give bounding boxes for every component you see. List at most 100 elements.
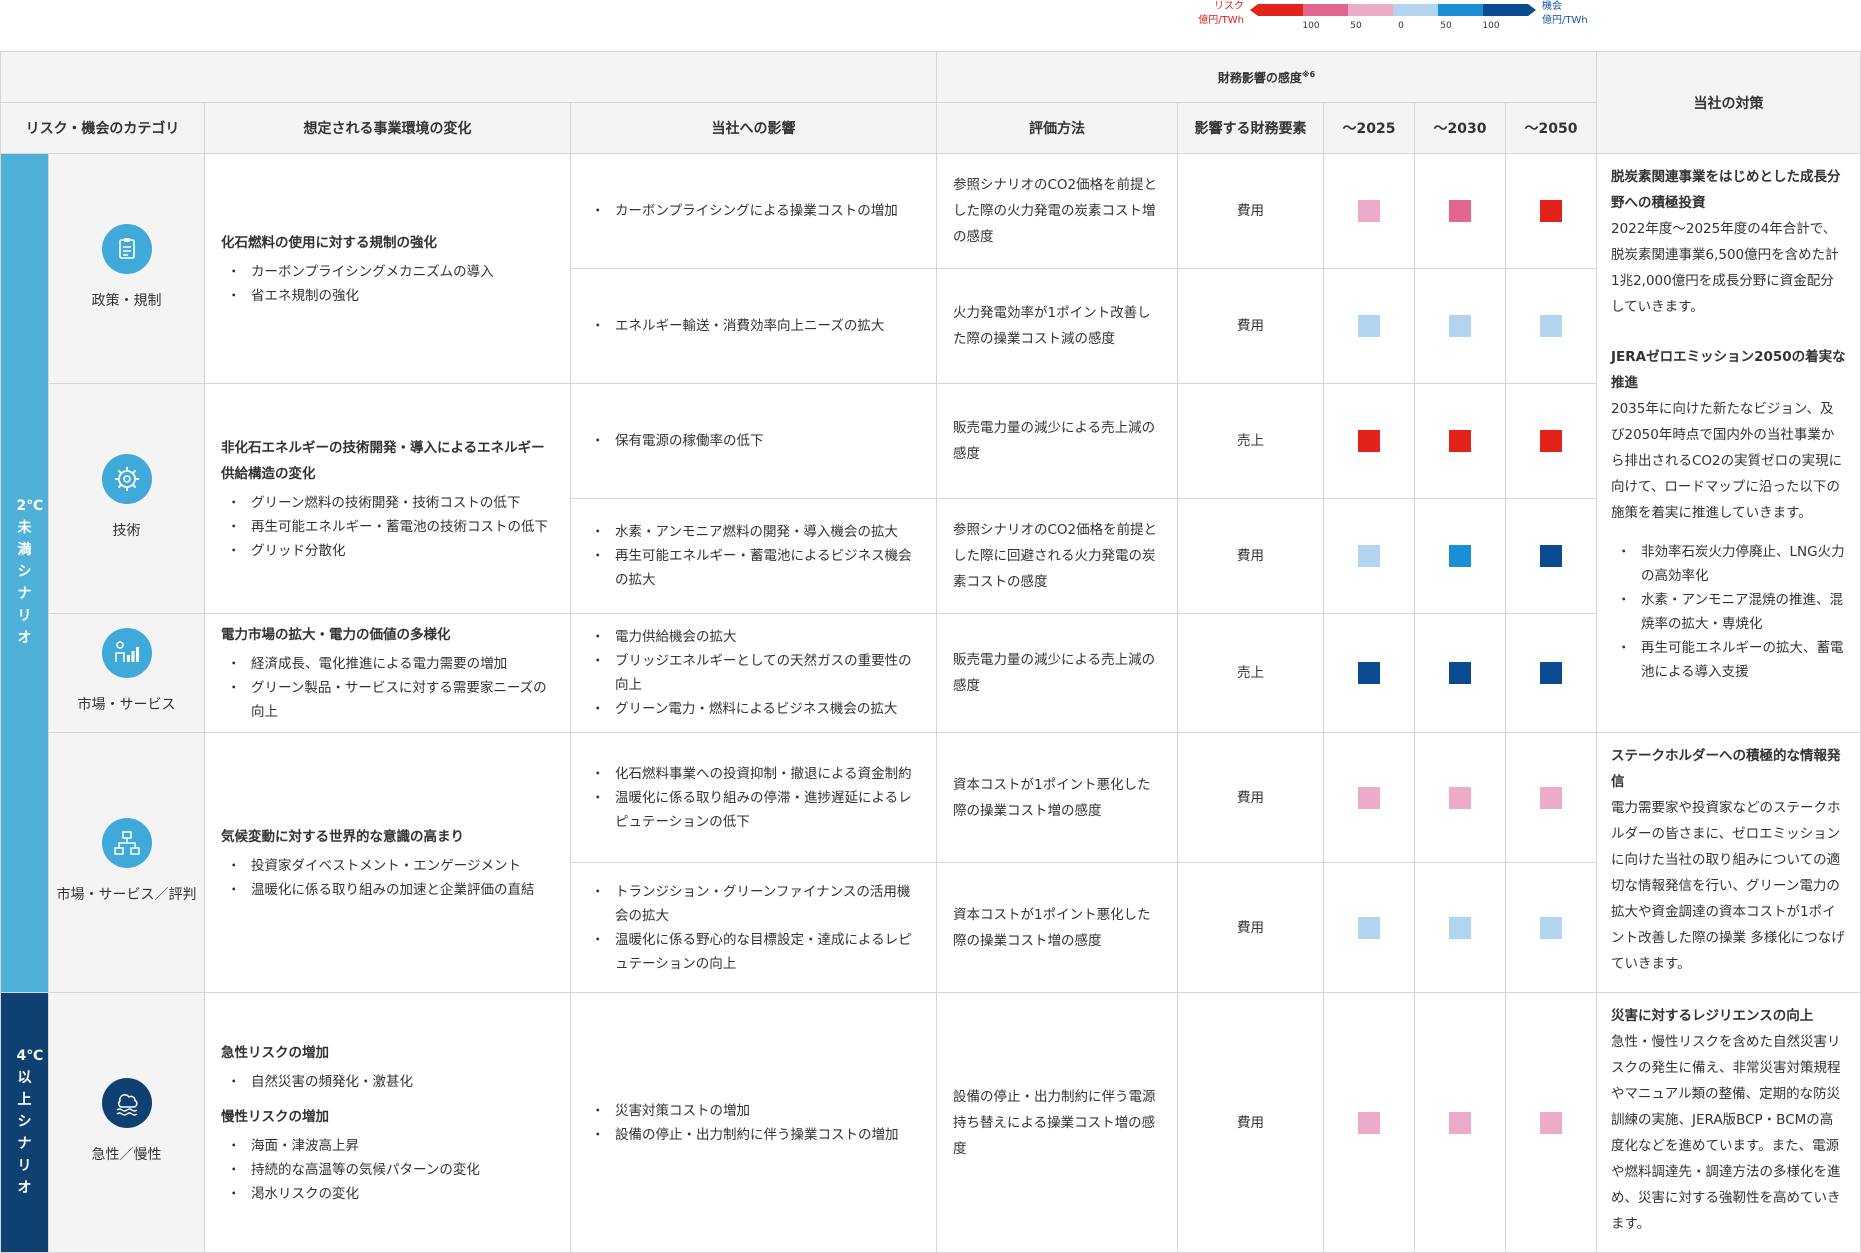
level-2050 bbox=[1505, 153, 1597, 269]
list-item: 省エネ規制の強化 bbox=[221, 284, 556, 308]
level-square bbox=[1358, 662, 1380, 684]
impact-legend: リスク 億円/TWh 100 50 0 50 100 機会 億円/TWh bbox=[1190, 0, 1600, 40]
table-row: 市場・サービス／評判 気候変動に対する世界的な意識の高まり 投資家ダイベストメン… bbox=[1, 732, 1861, 993]
method-cell: 販売電力量の減少による売上減の感度 bbox=[936, 383, 1178, 499]
header-change: 想定される事業環境の変化 bbox=[204, 102, 571, 154]
category-label: 技術 bbox=[112, 522, 141, 539]
level-square bbox=[1358, 916, 1380, 939]
policy-investment: 脱炭素関連事業をはじめとした成長分野への積極投資 2022年度～2025年度の4… bbox=[1596, 153, 1861, 733]
impact-cell: 災害対策コストの増加 設備の停止・出力制約に伴う操業コストの増加 bbox=[570, 992, 937, 1253]
legend-color-bar bbox=[1250, 4, 1536, 16]
legend-opportunity-label: 機会 億円/TWh bbox=[1542, 0, 1602, 28]
level-2025 bbox=[1323, 862, 1415, 993]
element-cell: 売上 bbox=[1177, 613, 1324, 733]
element-cell: 費用 bbox=[1177, 992, 1324, 1253]
table-row: 4℃以上シナリオ 急性／慢性 急性リスクの増加 自然災害の頻発化・激甚化 慢性リ… bbox=[0, 992, 1861, 1253]
list-item: 電力供給機会の拡大 bbox=[585, 625, 922, 649]
element-cell: 費用 bbox=[1177, 268, 1324, 384]
list-item: 非効率石炭火力停廃止、LNG火力の高効率化 bbox=[1611, 540, 1846, 588]
scenario-4c-text: 4℃以上シナリオ bbox=[16, 1047, 44, 1196]
level-square bbox=[1449, 916, 1471, 939]
level-square bbox=[1358, 430, 1380, 452]
element-cell: 売上 bbox=[1177, 383, 1324, 499]
category-technology: 技術 bbox=[48, 383, 205, 614]
legend-swatch bbox=[1393, 4, 1438, 16]
market-chart-icon bbox=[101, 628, 152, 678]
list-item: グリッド分散化 bbox=[221, 539, 556, 563]
level-2030 bbox=[1414, 268, 1506, 384]
method-cell: 参照シナリオのCO2価格を前提とした際の火力発電の炭素コスト増の感度 bbox=[936, 153, 1178, 269]
level-square bbox=[1540, 916, 1562, 939]
legend-arrow-left bbox=[1250, 4, 1258, 16]
table-row: 2℃未満シナリオ 政策・規制 化石燃料の使用に対する規制の強化 カーボンプライシ… bbox=[0, 153, 1861, 993]
policy-title: 脱炭素関連事業をはじめとした成長分野への積極投資 bbox=[1611, 169, 1841, 211]
list-item: 再生可能エネルギー・蓄電池によるビジネス機会の拡大 bbox=[585, 544, 922, 592]
list-item: 海面・津波高上昇 bbox=[221, 1134, 556, 1158]
legend-swatch bbox=[1258, 4, 1303, 16]
table-row: 市場・サービス 電力市場の拡大・電力の価値の多様化 経済成長、電化推進による電力… bbox=[1, 613, 1861, 733]
legend-tick: 100 bbox=[1482, 21, 1500, 31]
header-blank bbox=[0, 51, 937, 103]
list-item: 経済成長、電化推進による電力需要の増加 bbox=[221, 652, 556, 676]
policy-title: 災害に対するレジリエンスの向上 bbox=[1611, 1008, 1814, 1024]
impact-cell: 水素・アンモニア燃料の開発・導入機会の拡大 再生可能エネルギー・蓄電池によるビジ… bbox=[570, 498, 937, 614]
legend-risk-label: リスク 億円/TWh bbox=[1190, 0, 1244, 28]
network-icon bbox=[101, 817, 152, 868]
change-title: 非化石エネルギーの技術開発・導入によるエネルギー供給構造の変化 bbox=[221, 439, 545, 482]
gear-icon bbox=[101, 453, 152, 504]
impact-cell: トランジション・グリーンファイナンスの活用機会の拡大 温暖化に係る野心的な目標設… bbox=[570, 862, 937, 993]
list-item: グリーン製品・サービスに対する需要家ニーズの向上 bbox=[221, 676, 556, 724]
legend-arrow-right bbox=[1528, 4, 1536, 16]
level-2050 bbox=[1505, 498, 1597, 614]
header-financial-impact: 財務影響の感度※6 bbox=[936, 51, 1597, 103]
impact-cell: 化石燃料事業への投資抑制・撤退による資金制約 温暖化に係る取り組みの停滞・進捗遅… bbox=[570, 732, 937, 863]
header-impact: 当社への影響 bbox=[570, 102, 937, 154]
method-cell: 資本コストが1ポイント悪化した際の操業コスト増の感度 bbox=[936, 862, 1178, 993]
list-item: グリーン燃料の技術開発・技術コストの低下 bbox=[221, 491, 556, 515]
list-item: 自然災害の頻発化・激甚化 bbox=[221, 1070, 556, 1094]
header-element: 影響する財務要素 bbox=[1177, 102, 1324, 154]
level-square bbox=[1449, 200, 1471, 222]
category-label: 市場・サービス bbox=[77, 697, 176, 713]
level-2050 bbox=[1505, 862, 1597, 993]
policy-communication: ステークホルダーへの積極的な情報発信 電力需要家や投資家などのステークホルダーの… bbox=[1596, 732, 1861, 993]
element-cell: 費用 bbox=[1177, 732, 1324, 863]
flood-icon bbox=[101, 1077, 152, 1128]
category-label: 市場・サービス／評判 bbox=[56, 886, 197, 903]
legend-risk-title: リスク bbox=[1214, 1, 1244, 12]
level-square bbox=[1540, 662, 1562, 684]
level-2030 bbox=[1414, 992, 1506, 1253]
category-reputation: 市場・サービス／評判 bbox=[48, 732, 205, 993]
legend-swatch bbox=[1348, 4, 1393, 16]
impact-cell: エネルギー輸送・消費効率向上ニーズの拡大 bbox=[570, 268, 937, 384]
list-item: 再生可能エネルギー・蓄電池の技術コストの低下 bbox=[221, 515, 556, 539]
header-method: 評価方法 bbox=[936, 102, 1178, 154]
list-item: グリーン電力・燃料によるビジネス機会の拡大 bbox=[585, 697, 922, 721]
level-2030 bbox=[1414, 862, 1506, 993]
level-square bbox=[1358, 315, 1380, 337]
level-2050 bbox=[1505, 383, 1597, 499]
list-item: ブリッジエネルギーとしての天然ガスの重要性の向上 bbox=[585, 649, 922, 697]
table-row: 技術 非化石エネルギーの技術開発・導入によるエネルギー供給構造の変化 グリーン燃… bbox=[1, 383, 1861, 614]
level-2050 bbox=[1505, 992, 1597, 1253]
level-square bbox=[1358, 200, 1380, 222]
impact-cell: 電力供給機会の拡大 ブリッジエネルギーとしての天然ガスの重要性の向上 グリーン電… bbox=[570, 613, 937, 733]
header-category: リスク・機会のカテゴリ bbox=[0, 102, 205, 154]
impact-cell: カーボンプライシングによる操業コストの増加 bbox=[570, 153, 937, 269]
impact-cell: 保有電源の稼働率の低下 bbox=[570, 383, 937, 499]
change-awareness: 気候変動に対する世界的な意識の高まり 投資家ダイベストメント・エンゲージメント … bbox=[204, 732, 571, 993]
legend-swatch bbox=[1303, 4, 1348, 16]
list-item: 水素・アンモニア燃料の開発・導入機会の拡大 bbox=[585, 520, 922, 544]
category-label: 政策・規制 bbox=[91, 292, 162, 309]
policy-resilience: 災害に対するレジリエンスの向上 急性・慢性リスクを含めた自然災害リスクの発生に備… bbox=[1596, 992, 1861, 1253]
level-square bbox=[1540, 315, 1562, 337]
level-square bbox=[1540, 786, 1562, 809]
list-item: 水素・アンモニア混焼の推進、混焼率の拡大・専焼化 bbox=[1611, 588, 1846, 636]
level-square bbox=[1449, 315, 1471, 337]
policy-text: 急性・慢性リスクを含めた自然災害リスクの発生に備え、非常災害対策規程やマニュアル… bbox=[1611, 1034, 1841, 1232]
clipboard-icon bbox=[101, 223, 152, 274]
level-2030 bbox=[1414, 613, 1506, 733]
method-cell: 販売電力量の減少による売上減の感度 bbox=[936, 613, 1178, 733]
level-square bbox=[1358, 1111, 1380, 1134]
risk-opportunity-table: 財務影響の感度※6 当社の対策 リスク・機会のカテゴリ 想定される事業環境の変化… bbox=[0, 51, 1861, 1253]
